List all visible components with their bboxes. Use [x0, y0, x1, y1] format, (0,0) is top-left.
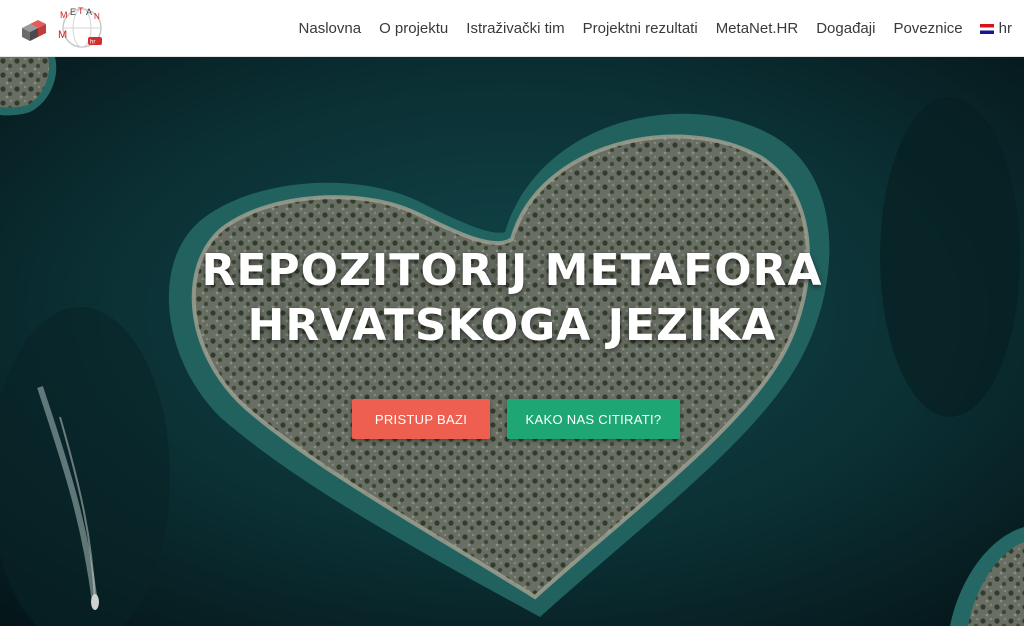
how-to-cite-button[interactable]: KAKO NAS CITIRATI?	[507, 399, 680, 439]
nav-dogadaji[interactable]: Događaji	[816, 20, 875, 37]
svg-text:E: E	[70, 7, 76, 17]
database-access-button[interactable]: PRISTUP BAZI	[352, 399, 490, 439]
svg-text:M: M	[60, 10, 68, 20]
nav-projektni-rezultati[interactable]: Projektni rezultati	[583, 20, 698, 37]
svg-text:N: N	[94, 12, 100, 21]
svg-text:hr: hr	[90, 40, 95, 46]
nav-poveznice[interactable]: Poveznice	[893, 20, 962, 37]
hero-title-line-2: HRVATSKOGA JEZIKA	[247, 300, 777, 351]
nav-naslovna[interactable]: Naslovna	[299, 20, 362, 37]
croatian-flag-icon	[979, 23, 994, 34]
svg-text:T: T	[78, 6, 84, 16]
hero-title: REPOZITORIJ METAFORA HRVATSKOGA JEZIKA	[0, 243, 1024, 353]
svg-text:A: A	[86, 7, 92, 17]
main-menu: Naslovna O projektu Istraživački tim Pro…	[299, 0, 1012, 57]
hero-section: REPOZITORIJ METAFORA HRVATSKOGA JEZIKA P…	[0, 57, 1024, 626]
hero-title-line-1: REPOZITORIJ METAFORA	[201, 245, 823, 296]
top-navbar: M E T A N M hr Naslovna O projektu Istra…	[0, 0, 1024, 57]
metanet-logo[interactable]: M E T A N M hr	[20, 6, 106, 50]
svg-text:M: M	[58, 29, 67, 41]
language-label: hr	[998, 20, 1012, 37]
language-switcher[interactable]: hr	[979, 20, 1012, 37]
nav-metanet-hr[interactable]: MetaNet.HR	[716, 20, 799, 37]
nav-o-projektu[interactable]: O projektu	[379, 20, 448, 37]
nav-istrazivacki-tim[interactable]: Istraživački tim	[466, 20, 564, 37]
